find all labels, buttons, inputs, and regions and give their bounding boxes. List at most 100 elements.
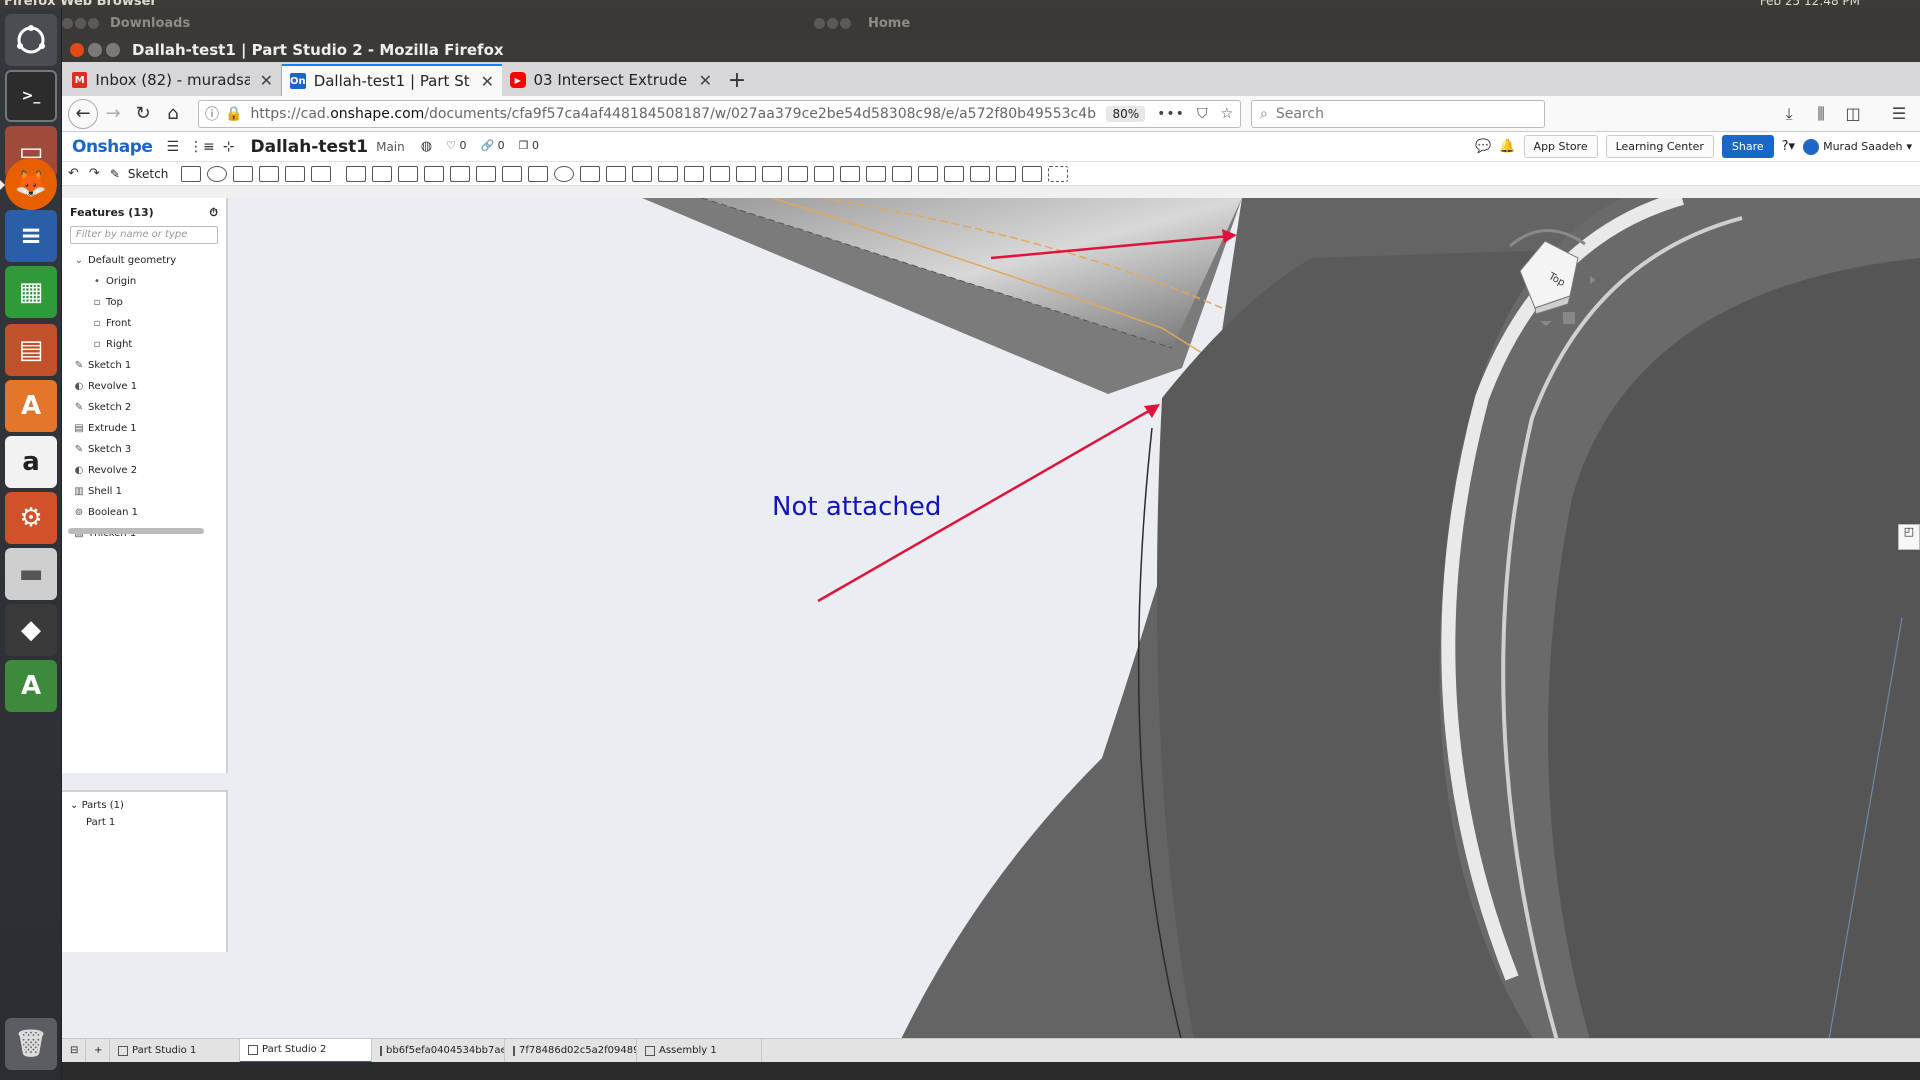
search-input[interactable]: ⌕ Search <box>1251 99 1545 128</box>
split-tool-icon[interactable] <box>580 165 601 182</box>
variable-tool-icon[interactable] <box>840 165 861 182</box>
tab-manager-icon[interactable]: ⊟ <box>62 1038 86 1063</box>
hole-tool-icon[interactable] <box>476 165 497 182</box>
modify-fillet-tool-icon[interactable] <box>658 165 679 182</box>
mirror-tool-icon[interactable] <box>528 165 549 182</box>
library-icon[interactable]: ⫼ <box>1810 104 1832 124</box>
trash-icon[interactable]: 🗑 <box>5 1018 57 1070</box>
forward-button[interactable]: → <box>98 99 128 129</box>
finish-sheet-metal-tool-icon[interactable] <box>1022 165 1043 182</box>
pattern-tool-icon[interactable] <box>502 165 523 182</box>
public-globe-icon[interactable]: ◍ <box>421 139 432 154</box>
new-tab-button[interactable]: + <box>720 64 754 96</box>
sheet-metal-tool-icon[interactable] <box>866 165 887 182</box>
feature-right-plane[interactable]: ▫ Right <box>62 334 226 355</box>
redo-icon[interactable]: ↷ <box>89 166 100 181</box>
home-window-title[interactable]: Home <box>868 16 910 31</box>
clock[interactable]: Feb 25 12:48 PM <box>1760 0 1860 8</box>
corner-tool-icon[interactable] <box>996 165 1017 182</box>
onshape-logo[interactable]: Onshape <box>72 137 153 157</box>
offset-surface-tool-icon[interactable] <box>736 165 757 182</box>
feature-shell-1[interactable]: ▥ Shell 1 <box>62 481 226 502</box>
menu-icon[interactable]: ☰ <box>1888 104 1910 124</box>
minimize-window-button[interactable] <box>88 43 102 57</box>
bookmark-star-icon[interactable]: ☆ <box>1220 106 1234 122</box>
page-actions-icon[interactable]: ••• <box>1157 106 1185 122</box>
fillet-tool-icon[interactable] <box>346 165 367 182</box>
pocket-icon[interactable]: ⛉ <box>1197 106 1209 122</box>
links-count[interactable]: 🔗 0 <box>480 139 504 154</box>
mate-connector-tool-icon[interactable] <box>788 165 809 182</box>
element-tab-part-studio-1[interactable]: Part Studio 1 <box>110 1038 240 1063</box>
copies-count[interactable]: ❐ 0 <box>519 139 539 154</box>
move-face-tool-icon[interactable] <box>684 165 705 182</box>
tab-gmail[interactable]: M Inbox (82) - muradsaade ✕ <box>64 64 282 96</box>
app-store-button[interactable]: App Store <box>1523 135 1598 158</box>
chamfer-tool-icon[interactable] <box>372 165 393 182</box>
learning-center-button[interactable]: Learning Center <box>1605 135 1714 158</box>
sketch-icon[interactable]: ✎ <box>110 167 120 181</box>
firefox-icon[interactable]: 🦊 <box>0 158 57 210</box>
amazon-icon[interactable]: a <box>5 436 57 488</box>
share-button[interactable]: Share <box>1721 135 1774 158</box>
document-name[interactable]: Dallah-test1 <box>250 137 368 157</box>
workspace-icon[interactable]: ⋮≡ <box>189 139 215 155</box>
element-tab-import-1[interactable]: bb6f5efa0404534bb7aef... <box>372 1038 505 1063</box>
tab-onshape[interactable]: On Dallah-test1 | Part Studi ✕ <box>282 64 502 96</box>
tab-tool-icon[interactable] <box>918 165 939 182</box>
feature-group-default-geometry[interactable]: ⌄ Default geometry <box>62 250 226 271</box>
zoom-level[interactable]: 80% <box>1106 105 1146 122</box>
downloads-icon[interactable]: ⤓ <box>1778 104 1800 124</box>
element-tab-assembly-1[interactable]: Assembly 1 <box>637 1038 762 1063</box>
add-tab-icon[interactable]: + <box>86 1038 110 1063</box>
transform-tool-icon[interactable] <box>606 165 627 182</box>
disk-icon[interactable]: ▬ <box>5 548 57 600</box>
likes-count[interactable]: ♡ 0 <box>446 139 466 154</box>
undo-icon[interactable]: ↶ <box>68 166 79 181</box>
impress-icon[interactable]: ▤ <box>5 324 57 376</box>
user-menu[interactable]: Murad Saadeh ▾ <box>1803 138 1912 155</box>
element-tab-part-studio-2[interactable]: Part Studio 2 <box>240 1038 372 1063</box>
maximize-window-button[interactable] <box>106 43 120 57</box>
3d-viewport[interactable] <box>62 198 1920 1080</box>
sweep-tool-icon[interactable] <box>233 165 254 182</box>
settings-icon[interactable]: ⚙ <box>5 492 57 544</box>
flange-tool-icon[interactable] <box>892 165 913 182</box>
feature-top-plane[interactable]: ▫ Top <box>62 292 226 313</box>
window-controls[interactable] <box>814 18 854 30</box>
revolve-tool-icon[interactable] <box>207 165 228 182</box>
rollback-icon[interactable]: ⏱ <box>209 206 218 220</box>
feature-filter-input[interactable]: Filter by name or type <box>70 226 218 244</box>
branch-name[interactable]: Main <box>376 140 405 154</box>
feature-origin[interactable]: • Origin <box>62 271 226 292</box>
feature-extrude-1[interactable]: ▤ Extrude 1 <box>62 418 226 439</box>
chevron-down-icon[interactable]: ⌄ <box>70 800 78 811</box>
hamburger-icon[interactable]: ☰ <box>166 139 179 155</box>
plane-tool-icon[interactable] <box>762 165 783 182</box>
sketch-button[interactable]: Sketch <box>128 167 168 181</box>
helix-tool-icon[interactable] <box>814 165 835 182</box>
reload-button[interactable]: ↻ <box>128 99 158 129</box>
back-button[interactable]: ← <box>68 98 98 129</box>
parts-header[interactable]: ⌄ Parts (1) <box>62 792 226 817</box>
shell-tool-icon[interactable] <box>450 165 471 182</box>
graphics-area[interactable]: Not attached Features (13) ⏱ Filter by n… <box>62 198 1920 1080</box>
rib-tool-icon[interactable] <box>424 165 445 182</box>
loft-tool-icon[interactable] <box>259 165 280 182</box>
feature-front-plane[interactable]: ▫ Front <box>62 313 226 334</box>
calc-icon[interactable]: ▦ <box>5 266 57 318</box>
close-tab-icon[interactable]: ✕ <box>481 72 494 91</box>
replace-face-tool-icon[interactable] <box>710 165 731 182</box>
feature-sketch-3[interactable]: ✎ Sketch 3 <box>62 439 226 460</box>
add-custom-feature-icon[interactable] <box>1048 165 1069 182</box>
view-cube[interactable]: Top <box>1490 216 1600 326</box>
element-tab-import-2[interactable]: 7f78486d02c5a2f09489... <box>505 1038 637 1063</box>
feature-revolve-2[interactable]: ◐ Revolve 2 <box>62 460 226 481</box>
writer-icon[interactable]: ≡ <box>5 210 57 262</box>
enclose-tool-icon[interactable] <box>311 165 332 182</box>
sidebar-icon[interactable]: ◫ <box>1842 104 1864 124</box>
chevron-down-icon[interactable]: ⌄ <box>72 255 86 266</box>
notifications-icon[interactable]: 🔔 <box>1499 139 1515 154</box>
close-tab-icon[interactable]: ✕ <box>260 71 273 90</box>
info-icon[interactable]: ⓘ <box>205 104 219 124</box>
